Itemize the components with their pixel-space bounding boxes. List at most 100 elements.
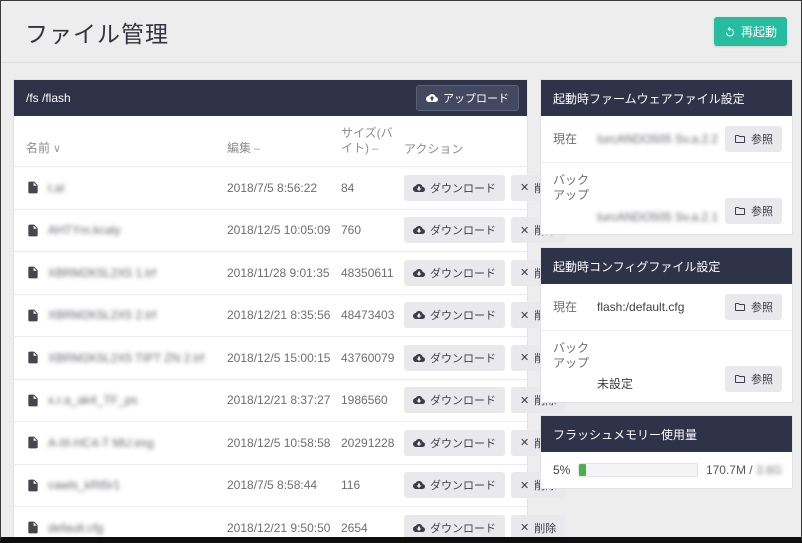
file-icon — [26, 350, 40, 365]
app-window: ファイル管理 再起動 /fs /flash アップロード — [0, 0, 802, 543]
restart-label: 再起動 — [741, 23, 777, 40]
table-row: cawls_kRt5r1 2018/7/5 8:58:44 116 ダウンロード… — [14, 465, 527, 508]
download-label: ダウンロード — [430, 392, 496, 408]
sort-dash-icon: – — [254, 143, 260, 155]
file-edited-date: 2018/7/5 8:56:22 — [227, 181, 341, 195]
download-button[interactable]: ダウンロード — [404, 430, 505, 456]
download-label: ダウンロード — [430, 307, 496, 323]
cloud-upload-icon — [426, 92, 438, 104]
memory-progress-fill — [579, 464, 586, 476]
file-size: 20291228 — [341, 436, 404, 450]
file-name: default.cfg — [48, 521, 103, 535]
config-panel-title: 起動時コンフィグファイル設定 — [553, 258, 720, 275]
browse-button[interactable]: 参照 — [725, 126, 782, 152]
download-button[interactable]: ダウンロード — [404, 175, 505, 201]
file-edited-date: 2018/11/28 9:01:35 — [227, 266, 341, 280]
cloud-download-icon — [413, 394, 425, 406]
browse-label: 参照 — [751, 203, 773, 219]
current-label: 現在 — [553, 300, 589, 315]
cloud-download-icon — [413, 224, 425, 236]
download-label: ダウンロード — [430, 435, 496, 451]
file-name-cell: x.r.a_ak4_TF_ps — [26, 393, 227, 408]
file-name-cell: XBRM2K5L2X5 2.trf — [26, 308, 227, 323]
file-icon — [26, 520, 40, 535]
flash-memory-panel: フラッシュメモリー使用量 5% 170.7M / 3.6G — [540, 415, 793, 489]
delete-x-icon: ✕ — [520, 266, 529, 279]
file-size: 48473403 — [341, 308, 404, 322]
file-edited-date: 2018/12/21 9:50:50 — [227, 521, 341, 535]
file-size: 43760079 — [341, 351, 404, 365]
download-button[interactable]: ダウンロード — [404, 345, 505, 371]
file-icon — [26, 393, 40, 408]
sort-chevron-icon: ∨ — [53, 143, 61, 155]
download-button[interactable]: ダウンロード — [404, 260, 505, 286]
file-size: 84 — [341, 181, 404, 195]
download-button[interactable]: ダウンロード — [404, 302, 505, 328]
folder-icon — [734, 133, 746, 145]
browse-button[interactable]: 参照 — [725, 198, 782, 224]
page-header: ファイル管理 再起動 — [1, 1, 801, 63]
restart-button[interactable]: 再起動 — [714, 17, 787, 46]
column-header-name[interactable]: 名前∨ — [26, 141, 227, 157]
file-icon — [26, 180, 40, 195]
file-name: AHTYm.kcaly — [48, 223, 121, 237]
config-settings-panel: 起動時コンフィグファイル設定 現在 flash:/default.cfg 参照 … — [540, 247, 793, 403]
download-label: ダウンロード — [430, 222, 496, 238]
file-name: XBRM2K5L2X5 2.trf — [48, 308, 156, 322]
memory-total: 3.6G — [756, 463, 782, 477]
table-row: default.cfg 2018/12/21 9:50:50 2654 ダウンロ… — [14, 507, 527, 543]
folder-icon — [734, 301, 746, 313]
firmware-current-value: IurcANDO505 Sv.a.2.2.trf — [597, 132, 717, 146]
cloud-download-icon — [413, 182, 425, 194]
file-size: 760 — [341, 223, 404, 237]
download-button[interactable]: ダウンロード — [404, 472, 505, 498]
memory-panel-header: フラッシュメモリー使用量 — [541, 416, 792, 452]
file-table-body: t.al 2018/7/5 8:56:22 84 ダウンロード ✕ 削除 — [14, 167, 527, 543]
file-size: 116 — [341, 478, 404, 492]
current-label: 現在 — [553, 132, 589, 147]
column-header-size[interactable]: サイズ(バイト)– — [341, 126, 401, 157]
browse-button[interactable]: 参照 — [725, 366, 782, 392]
file-size: 48350611 — [341, 266, 404, 280]
backup-label: バックアップ — [553, 173, 589, 203]
config-current-row: 現在 flash:/default.cfg 参照 — [541, 284, 792, 330]
file-name-cell: cawls_kRt5r1 — [26, 478, 227, 493]
download-button[interactable]: ダウンロード — [404, 387, 505, 413]
settings-column: 起動時ファームウェアファイル設定 現在 IurcANDO505 Sv.a.2.2… — [540, 79, 793, 489]
column-header-actions: アクション — [404, 142, 519, 157]
column-header-edited[interactable]: 編集– — [227, 141, 341, 157]
firmware-current-row: 現在 IurcANDO505 Sv.a.2.2.trf 参照 — [541, 116, 792, 162]
file-table-header: 名前∨ 編集– サイズ(バイト)– アクション — [14, 116, 527, 167]
config-current-value: flash:/default.cfg — [597, 300, 717, 314]
file-name-cell: XBRM2K5L2X5 1.trf — [26, 265, 227, 280]
delete-x-icon: ✕ — [520, 521, 529, 534]
config-backup-row: バックアップ 未設定 参照 — [541, 330, 792, 402]
table-row: XBRM2K5L2X5 2.trf 2018/12/21 8:35:56 484… — [14, 295, 527, 338]
delete-button[interactable]: ✕ 削除 — [511, 515, 565, 541]
file-name: cawls_kRt5r1 — [48, 478, 120, 492]
file-edited-date: 2018/12/5 10:58:58 — [227, 436, 341, 450]
table-row: t.al 2018/7/5 8:56:22 84 ダウンロード ✕ 削除 — [14, 167, 527, 210]
delete-x-icon: ✕ — [520, 309, 529, 322]
file-name-cell: AHTYm.kcaly — [26, 223, 227, 238]
delete-x-icon: ✕ — [520, 181, 529, 194]
download-button[interactable]: ダウンロード — [404, 515, 505, 541]
file-size: 1986560 — [341, 393, 404, 407]
table-row: x.r.a_ak4_TF_ps 2018/12/21 8:37:27 19865… — [14, 380, 527, 423]
file-edited-date: 2018/12/5 10:05:09 — [227, 223, 341, 237]
backup-label: バックアップ — [553, 341, 589, 371]
name-column-label: 名前 — [26, 141, 50, 155]
firmware-backup-row: バックアップ IurcANDO505 Sv.a.2.1.trf 参照 — [541, 162, 792, 234]
download-button[interactable]: ダウンロード — [404, 217, 505, 243]
edited-column-label: 編集 — [227, 141, 251, 155]
file-name-cell: A-III-HC4-T MU.img — [26, 435, 227, 450]
upload-button[interactable]: アップロード — [416, 85, 519, 111]
cloud-download-icon — [413, 352, 425, 364]
file-icon — [26, 308, 40, 323]
table-row: AHTYm.kcaly 2018/12/5 10:05:09 760 ダウンロー… — [14, 210, 527, 253]
browse-button[interactable]: 参照 — [725, 294, 782, 320]
cloud-download-icon — [413, 437, 425, 449]
browse-label: 参照 — [751, 299, 773, 315]
file-icon — [26, 265, 40, 280]
table-row: A-III-HC4-T MU.img 2018/12/5 10:58:58 20… — [14, 422, 527, 465]
